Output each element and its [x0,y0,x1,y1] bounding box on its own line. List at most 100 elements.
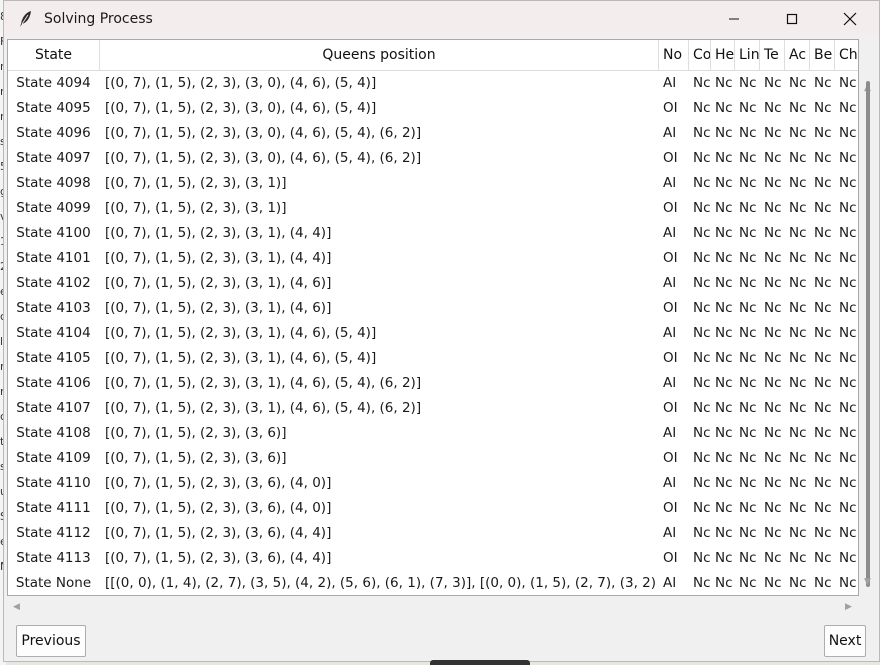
column-header[interactable]: Ac [785,40,810,71]
truncated-cell: Nc [839,525,857,541]
table-row[interactable]: State 4109 [(0, 7), (1, 5), (2, 3), (3, 6… [8,446,858,471]
scroll-left-arrow-icon[interactable]: ◀ [13,602,20,612]
truncated-cell: Nc [715,225,733,241]
table-row[interactable]: State 4111 [(0, 7), (1, 5), (2, 3), (3, 6… [8,496,858,521]
truncated-cell: AI [663,225,677,241]
queens-position-cell: [(0, 7), (1, 5), (2, 3), (3, 1)] [105,175,287,191]
truncated-cell: Nc [693,300,711,316]
table-row[interactable]: State 4107 [(0, 7), (1, 5), (2, 3), (3, 1… [8,396,858,421]
vertical-scroll-thumb[interactable] [866,81,870,587]
truncated-cell: Nc [739,250,757,266]
state-cell: State 4108 [16,425,91,441]
truncated-cell: Nc [739,550,757,566]
table-row[interactable]: State 4106 [(0, 7), (1, 5), (2, 3), (3, 1… [8,371,858,396]
truncated-cell: Nc [789,525,807,541]
table-row[interactable]: State 4113 [(0, 7), (1, 5), (2, 3), (3, 6… [8,546,858,571]
truncated-cell: Nc [715,300,733,316]
truncated-cell: OI [663,350,678,366]
title-bar[interactable]: Solving Process [4,1,879,37]
truncated-cell: Nc [739,425,757,441]
truncated-cell: Nc [715,425,733,441]
truncated-cell: Nc [739,350,757,366]
truncated-cell: Nc [739,525,757,541]
scroll-down-arrow-icon[interactable]: ▼ [864,577,871,587]
column-header[interactable]: No [659,40,689,71]
truncated-cell: Nc [789,175,807,191]
truncated-cell: Nc [693,100,711,116]
truncated-cell: Nc [739,75,757,91]
truncated-cell: Nc [693,525,711,541]
table-row[interactable]: State 4095 [(0, 7), (1, 5), (2, 3), (3, 0… [8,96,858,121]
table-row[interactable]: State 4103 [(0, 7), (1, 5), (2, 3), (3, 1… [8,296,858,321]
maximize-button[interactable] [763,1,821,37]
truncated-cell: AI [663,575,677,591]
table-row[interactable]: State 4099 [(0, 7), (1, 5), (2, 3), (3, 1… [8,196,858,221]
truncated-cell: Nc [764,450,782,466]
truncated-cell: AI [663,275,677,291]
column-header[interactable]: State [8,40,100,71]
truncated-cell: OI [663,250,678,266]
column-header[interactable]: Be [810,40,835,71]
truncated-cell: Nc [739,325,757,341]
truncated-cell: Nc [814,525,832,541]
state-cell: State 4106 [16,375,91,391]
truncated-cell: OI [663,300,678,316]
state-cell: State 4100 [16,225,91,241]
table-row[interactable]: State 4098 [(0, 7), (1, 5), (2, 3), (3, 1… [8,171,858,196]
table-row[interactable]: State 4108 [(0, 7), (1, 5), (2, 3), (3, 6… [8,421,858,446]
column-header[interactable]: Lin [735,40,760,71]
column-header[interactable]: Queens position [100,40,659,71]
truncated-cell: Nc [789,75,807,91]
truncated-cell: Nc [839,275,857,291]
table-row[interactable]: State 4112 [(0, 7), (1, 5), (2, 3), (3, 6… [8,521,858,546]
truncated-cell: Nc [715,275,733,291]
table-row[interactable]: State 4096 [(0, 7), (1, 5), (2, 3), (3, 0… [8,121,858,146]
queens-position-cell: [(0, 7), (1, 5), (2, 3), (3, 0), (4, 6),… [105,125,422,141]
table-body: State 4094 [(0, 7), (1, 5), (2, 3), (3, 0… [8,71,858,595]
close-button[interactable] [821,1,879,37]
horizontal-scrollbar[interactable]: ◀ ▶ [7,598,859,616]
truncated-cell: Nc [739,475,757,491]
truncated-cell: Nc [764,425,782,441]
truncated-cell: Nc [693,275,711,291]
truncated-cell: Nc [715,500,733,516]
truncated-cell: Nc [814,275,832,291]
truncated-cell: Nc [764,400,782,416]
table-row[interactable]: State None [[(0, 0), (1, 4), (2, 7), (3, … [8,571,858,595]
queens-position-cell: [(0, 7), (1, 5), (2, 3), (3, 6)] [105,450,287,466]
table-row[interactable]: State 4097 [(0, 7), (1, 5), (2, 3), (3, 0… [8,146,858,171]
truncated-cell: Nc [789,100,807,116]
column-header[interactable]: Ch [835,40,858,71]
truncated-cell: Nc [693,550,711,566]
state-cell: State 4111 [16,500,91,516]
minimize-button[interactable] [705,1,763,37]
vertical-scrollbar[interactable]: ▲ ▼ [860,39,876,596]
truncated-cell: Nc [693,200,711,216]
truncated-cell: Nc [789,425,807,441]
column-header[interactable]: Co [689,40,711,71]
truncated-cell: OI [663,200,678,216]
table-row[interactable]: State 4101 [(0, 7), (1, 5), (2, 3), (3, 1… [8,246,858,271]
truncated-cell: AI [663,425,677,441]
table-row[interactable]: State 4102 [(0, 7), (1, 5), (2, 3), (3, 1… [8,271,858,296]
scroll-right-arrow-icon[interactable]: ▶ [845,602,852,612]
table-row[interactable]: State 4094 [(0, 7), (1, 5), (2, 3), (3, 0… [8,71,858,96]
truncated-cell: Nc [789,375,807,391]
window-title: Solving Process [44,11,153,27]
truncated-cell: Nc [789,150,807,166]
table-row[interactable]: State 4105 [(0, 7), (1, 5), (2, 3), (3, 1… [8,346,858,371]
truncated-cell: Nc [839,475,857,491]
table-row[interactable]: State 4100 [(0, 7), (1, 5), (2, 3), (3, 1… [8,221,858,246]
table-row[interactable]: State 4104 [(0, 7), (1, 5), (2, 3), (3, 1… [8,321,858,346]
truncated-cell: Nc [814,475,832,491]
truncated-cell: Nc [814,375,832,391]
truncated-cell: Nc [764,525,782,541]
next-button[interactable]: Next [824,625,866,657]
minimize-icon [729,18,739,20]
table-row[interactable]: State 4110 [(0, 7), (1, 5), (2, 3), (3, 6… [8,471,858,496]
previous-button[interactable]: Previous [16,625,86,657]
queens-position-cell: [(0, 7), (1, 5), (2, 3), (3, 0), (4, 6),… [105,100,377,116]
column-header[interactable]: He [711,40,735,71]
truncated-cell: Nc [764,475,782,491]
column-header[interactable]: Te [760,40,785,71]
